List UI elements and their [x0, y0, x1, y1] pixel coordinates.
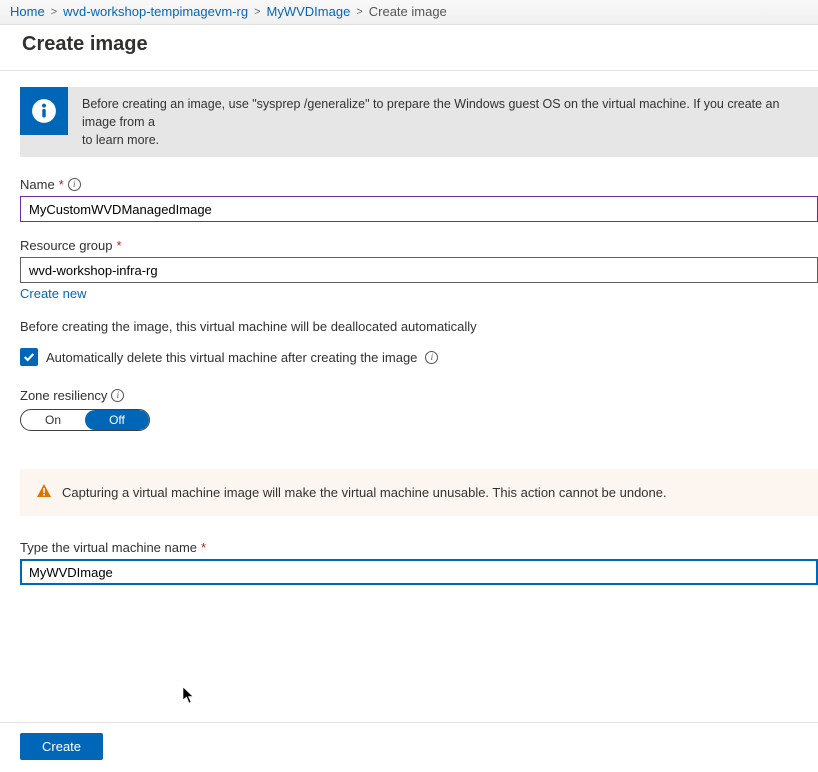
info-icon — [20, 87, 68, 135]
warning-icon — [36, 483, 52, 502]
resource-group-label: Resource group * — [20, 238, 818, 253]
dealloc-note: Before creating the image, this virtual … — [20, 319, 818, 334]
breadcrumb-bar: Home > wvd-workshop-tempimagevm-rg > MyW… — [0, 0, 818, 25]
breadcrumb-vm[interactable]: MyWVDImage — [267, 4, 351, 19]
auto-delete-label: Automatically delete this virtual machin… — [46, 350, 417, 365]
required-asterisk: * — [117, 238, 122, 253]
create-button[interactable]: Create — [20, 733, 103, 760]
vm-name-input[interactable] — [20, 559, 818, 585]
page-title: Create image — [0, 25, 818, 70]
breadcrumb-rg[interactable]: wvd-workshop-tempimagevm-rg — [63, 4, 248, 19]
resource-group-input[interactable] — [20, 257, 818, 283]
info-banner-text: Before creating an image, use "sysprep /… — [68, 87, 818, 157]
info-icon[interactable]: i — [425, 351, 438, 364]
zone-resiliency-toggle[interactable]: On Off — [20, 409, 150, 431]
warning-banner: Capturing a virtual machine image will m… — [20, 469, 818, 516]
breadcrumb: Home > wvd-workshop-tempimagevm-rg > MyW… — [10, 4, 808, 19]
name-label: Name * i — [20, 177, 818, 192]
toggle-on[interactable]: On — [21, 410, 85, 430]
zone-resiliency-label: Zone resiliency i — [20, 388, 818, 403]
toggle-off[interactable]: Off — [85, 410, 149, 430]
cursor-icon — [182, 686, 196, 704]
required-asterisk: * — [59, 177, 64, 192]
chevron-right-icon: > — [254, 6, 260, 18]
warning-text: Capturing a virtual machine image will m… — [62, 485, 667, 500]
breadcrumb-current: Create image — [369, 4, 447, 19]
auto-delete-checkbox[interactable] — [20, 348, 38, 366]
info-banner: Before creating an image, use "sysprep /… — [20, 87, 818, 157]
info-icon[interactable]: i — [68, 178, 81, 191]
info-icon[interactable]: i — [111, 389, 124, 402]
required-asterisk: * — [201, 540, 206, 555]
breadcrumb-home[interactable]: Home — [10, 4, 45, 19]
name-input[interactable] — [20, 196, 818, 222]
create-new-link[interactable]: Create new — [20, 286, 86, 301]
vm-name-label: Type the virtual machine name * — [20, 540, 818, 555]
chevron-right-icon: > — [356, 6, 362, 18]
chevron-right-icon: > — [51, 6, 57, 18]
footer: Create — [0, 722, 818, 772]
